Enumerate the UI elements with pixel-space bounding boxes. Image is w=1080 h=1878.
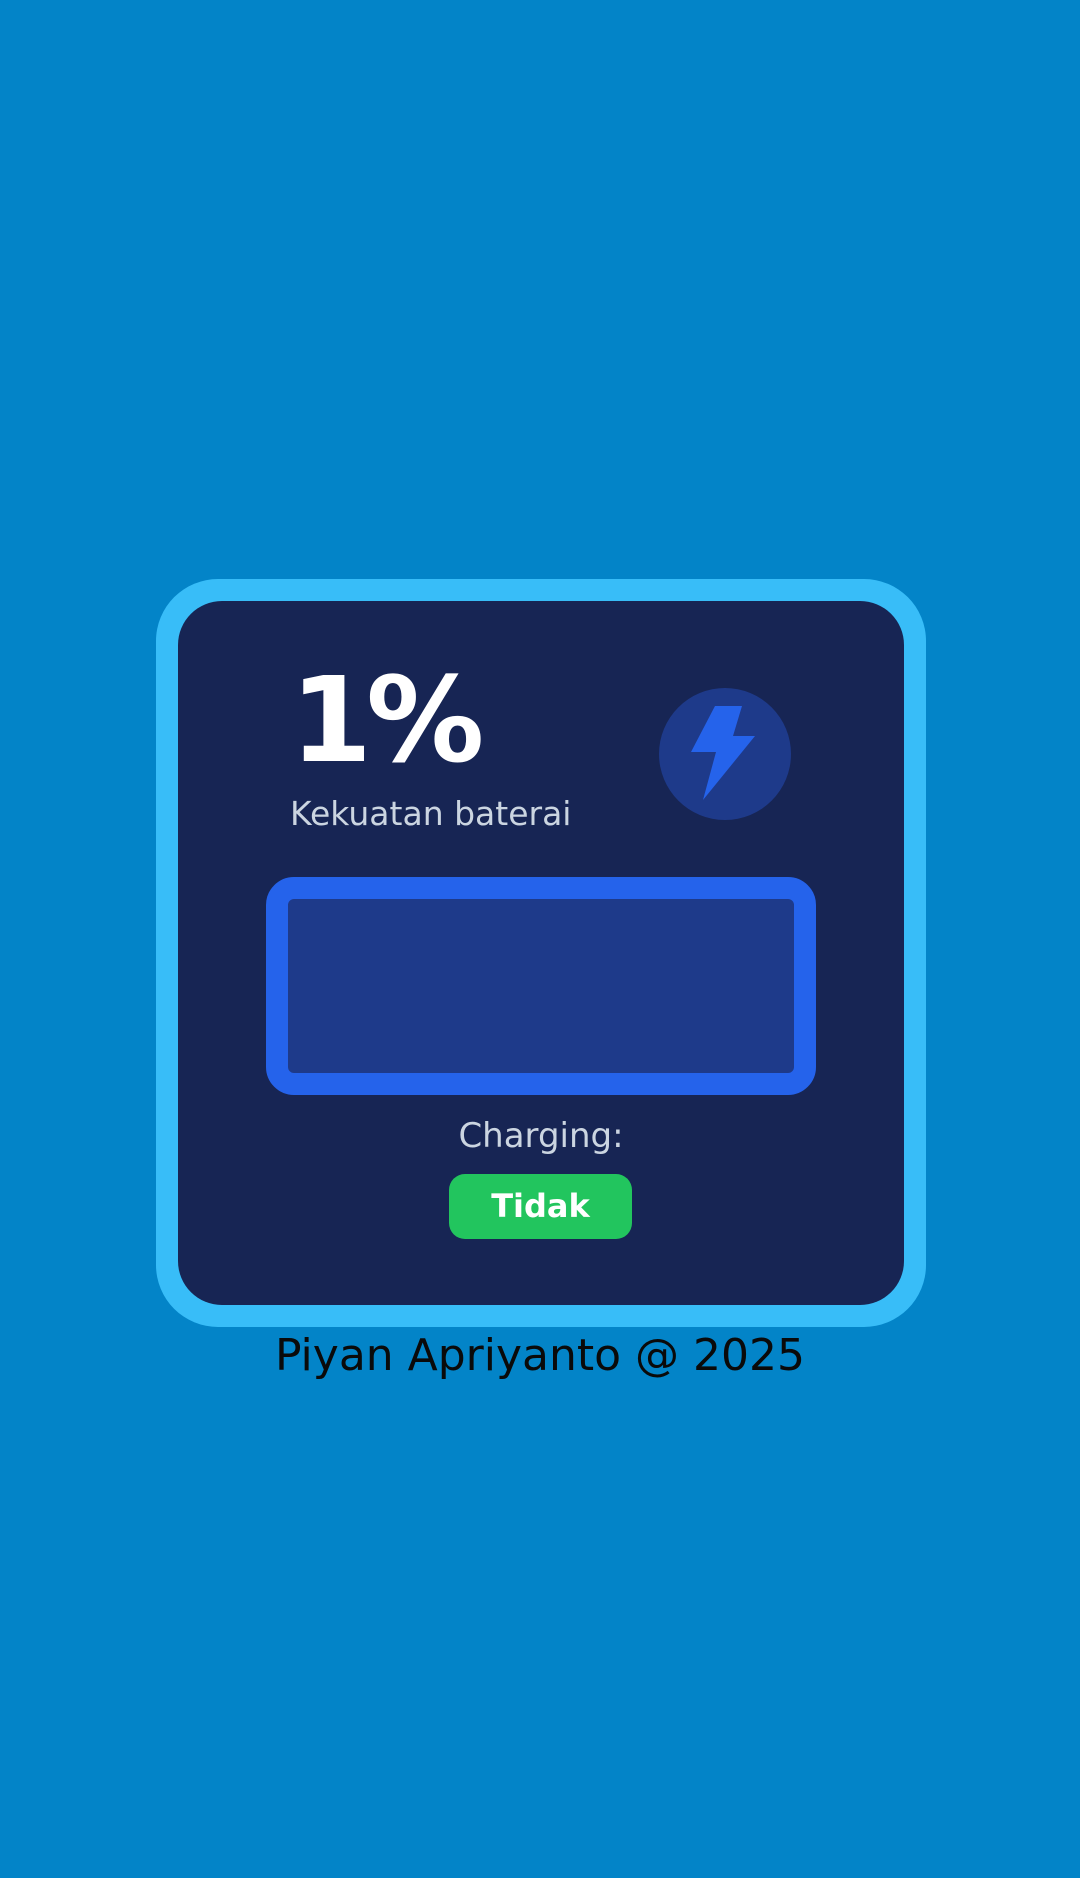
battery-card: 1% Kekuatan baterai Charging: Tidak xyxy=(178,601,904,1305)
battery-level-bar xyxy=(266,877,816,1095)
charging-status-badge: Tidak xyxy=(449,1174,632,1239)
charging-label: Charging: xyxy=(458,1116,624,1156)
lightning-bolt-glyph xyxy=(691,706,755,800)
battery-percentage: 1% xyxy=(290,651,484,789)
battery-card-frame: 1% Kekuatan baterai Charging: Tidak xyxy=(156,579,926,1327)
battery-strength-label: Kekuatan baterai xyxy=(290,794,572,833)
footer-credit: Piyan Apriyanto @ 2025 xyxy=(274,1330,806,1381)
lightning-bolt-icon xyxy=(659,688,791,820)
